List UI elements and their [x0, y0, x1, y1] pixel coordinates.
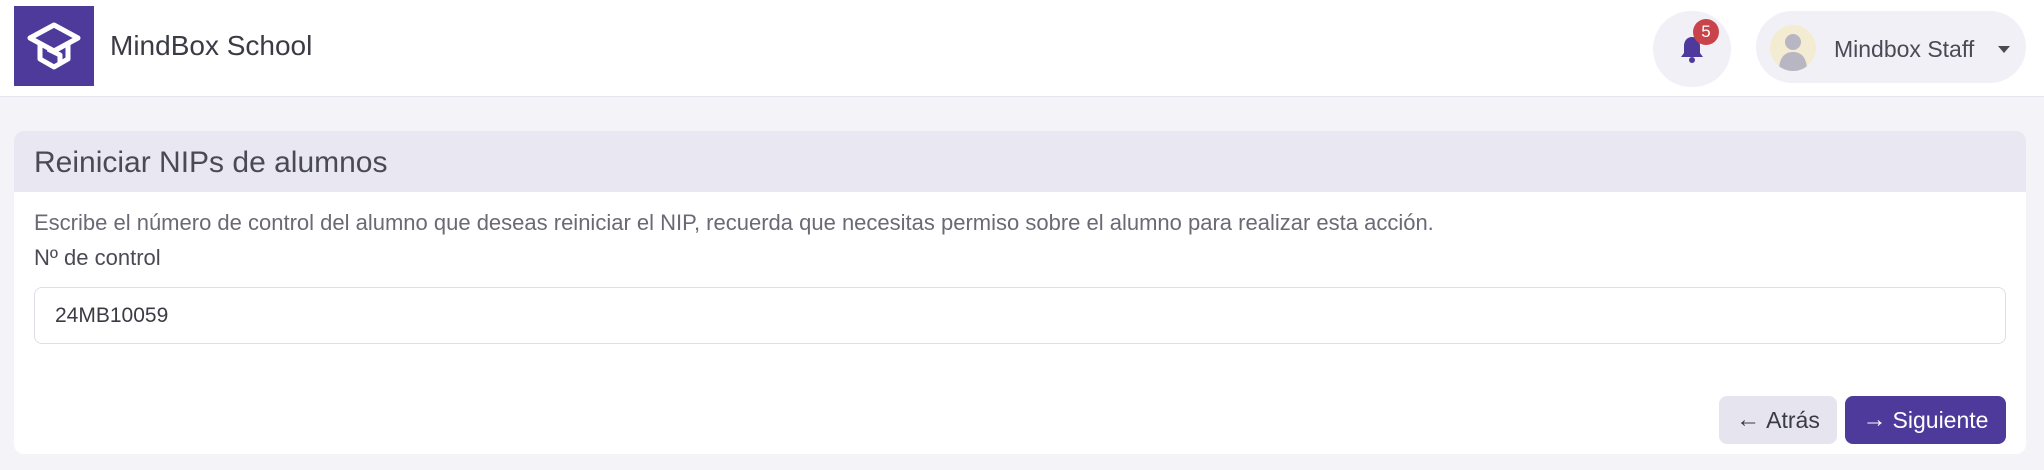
back-button[interactable]: ← Atrás [1719, 396, 1837, 444]
arrow-right-icon: → [1862, 406, 1887, 433]
chevron-down-icon [1998, 46, 2010, 53]
control-number-label: Nº de control [34, 245, 161, 270]
notification-count-badge: 5 [1693, 19, 1719, 45]
user-menu-button[interactable]: Mindbox Staff [1756, 11, 2026, 83]
card-header: Reiniciar NIPs de alumnos [14, 131, 2026, 192]
arrow-left-icon: ← [1736, 406, 1761, 433]
next-button[interactable]: → Siguiente [1845, 396, 2006, 444]
control-number-input[interactable] [34, 287, 2006, 344]
top-navbar: MindBox School 5 Mindbox Staff [0, 0, 2044, 97]
page-title: Reiniciar NIPs de alumnos [34, 146, 388, 179]
back-button-label: Atrás [1766, 406, 1820, 433]
instructions-text: Escribe el número de control del alumno … [34, 210, 1434, 235]
user-name: Mindbox Staff [1834, 36, 1975, 62]
reset-nip-card: Reiniciar NIPs de alumnos Escribe el núm… [14, 131, 2026, 454]
notifications-button[interactable]: 5 [1653, 11, 1731, 87]
app-name: MindBox School [110, 30, 313, 61]
school-logo-icon[interactable] [14, 6, 94, 86]
next-button-label: Siguiente [1892, 406, 1989, 433]
avatar-icon [1770, 25, 1816, 71]
